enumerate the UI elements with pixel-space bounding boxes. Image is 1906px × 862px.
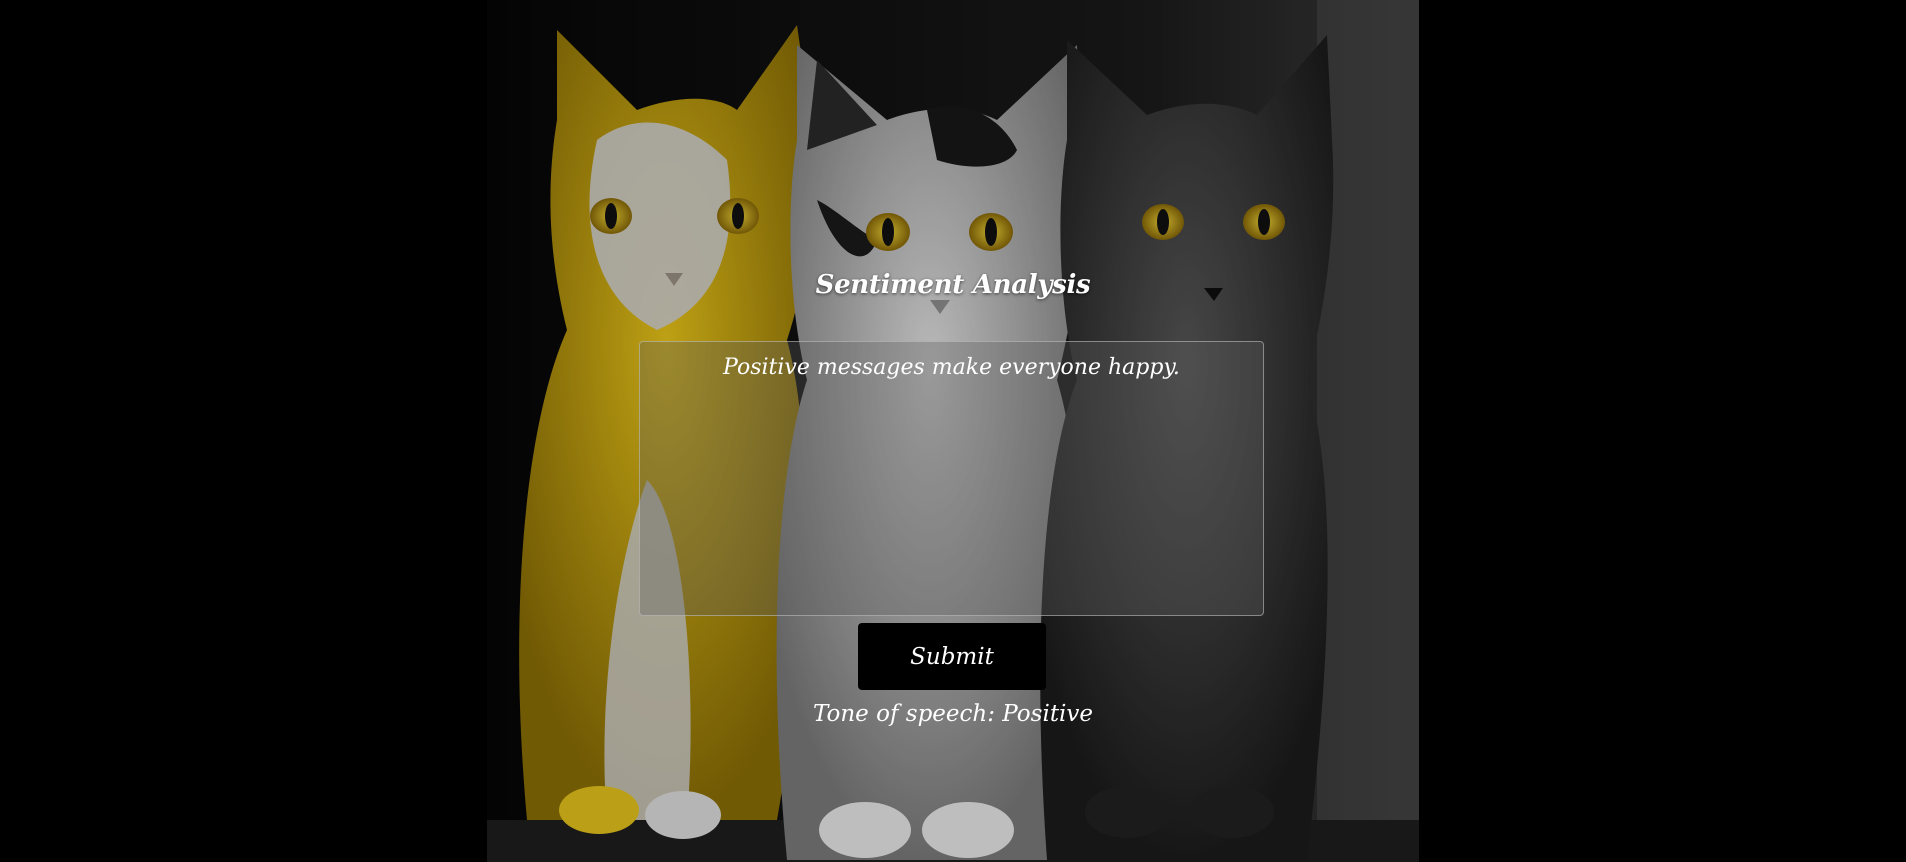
submit-button[interactable]: Submit <box>858 623 1046 690</box>
sentiment-result-text: Tone of speech: Positive <box>812 701 1094 727</box>
page: Sentiment Analysis Positive messages mak… <box>0 0 1906 862</box>
sentiment-text-input[interactable]: Positive messages make everyone happy. <box>639 341 1264 616</box>
page-title: Sentiment Analysis <box>815 270 1091 300</box>
